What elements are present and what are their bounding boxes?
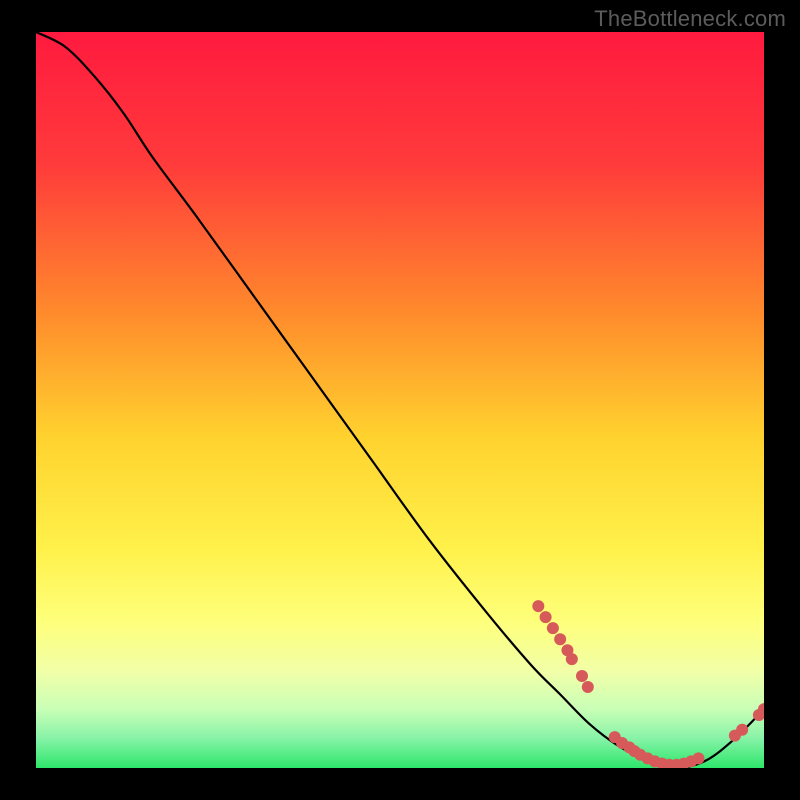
bottleneck-curve xyxy=(36,32,764,768)
data-point xyxy=(532,600,544,612)
data-point xyxy=(547,622,559,634)
data-point xyxy=(692,752,704,764)
data-point xyxy=(566,653,578,665)
data-point xyxy=(540,611,552,623)
watermark-text: TheBottleneck.com xyxy=(594,6,786,32)
data-point xyxy=(554,633,566,645)
curve-layer xyxy=(36,32,764,768)
data-point xyxy=(576,670,588,682)
chart-frame: TheBottleneck.com xyxy=(0,0,800,800)
data-point xyxy=(582,681,594,693)
plot-area xyxy=(36,32,764,768)
data-point xyxy=(736,724,748,736)
